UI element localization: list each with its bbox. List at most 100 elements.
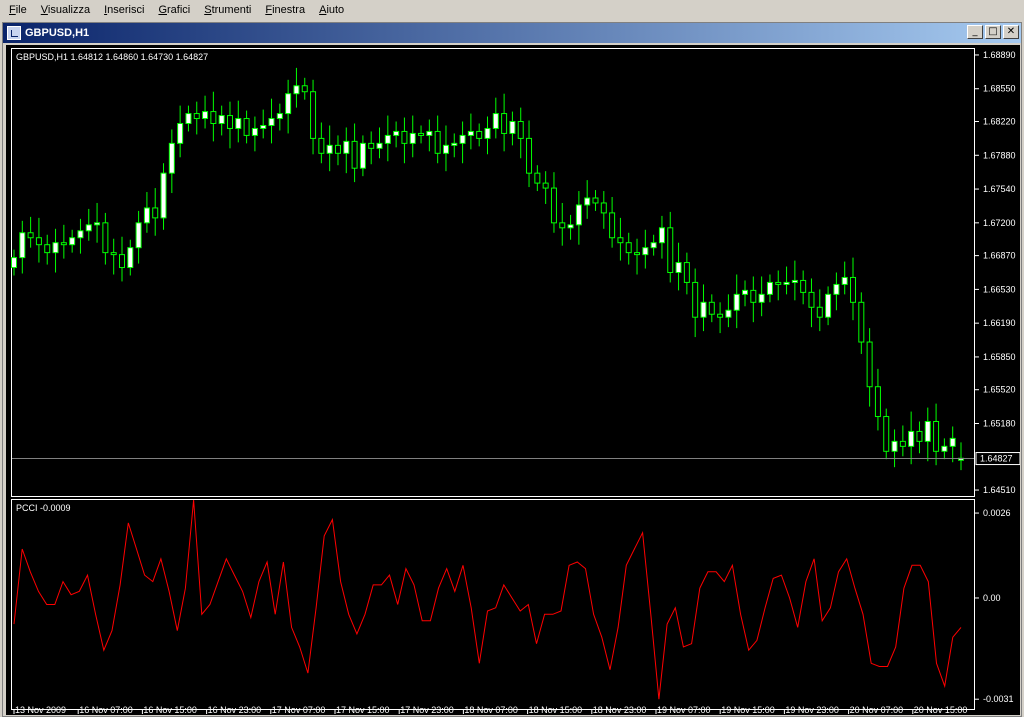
candle-body	[168, 142, 175, 174]
close-button[interactable]: ✕	[1003, 25, 1019, 39]
candle-body	[85, 224, 92, 232]
menu-label-rest: rafici	[167, 4, 191, 16]
indicator-axis-label: 0.0026	[983, 508, 1011, 518]
candle-body	[600, 202, 607, 214]
candle-body	[318, 137, 325, 154]
candle-body	[476, 130, 483, 139]
price-axis-label: 1.65180	[983, 418, 1016, 428]
candle-body	[542, 182, 549, 189]
candle-body	[235, 118, 242, 129]
menu-accelerator: S	[204, 4, 212, 16]
window-titlebar[interactable]: GBPUSD,H1 _ □ ✕	[3, 23, 1021, 43]
candle-body	[243, 118, 250, 136]
candle-body	[401, 130, 408, 144]
candle-body	[351, 140, 358, 169]
price-axis-label: 1.66870	[983, 251, 1016, 261]
price-axis-label: 1.67200	[983, 218, 1016, 228]
time-axis-label: 16 Nov 15:00	[143, 705, 197, 715]
menu-visualizza[interactable]: Visualizza	[34, 0, 97, 20]
candle-body	[750, 289, 757, 303]
candle-body	[949, 437, 956, 447]
candle-body	[575, 204, 582, 226]
price-axis-label: 1.68890	[983, 50, 1016, 60]
candle-body	[35, 237, 42, 246]
candle-body	[775, 281, 782, 285]
candle-body	[567, 224, 574, 229]
candle-body	[742, 289, 749, 295]
candle-body	[285, 93, 292, 115]
candle-body	[858, 301, 865, 343]
candle-body	[202, 111, 209, 120]
time-axis-label: 17 Nov 07:00	[272, 705, 326, 715]
candle-body	[52, 242, 59, 254]
current-price-label: 1.64827	[980, 454, 1013, 464]
candle-body	[177, 123, 184, 144]
candle-body	[675, 262, 682, 273]
candle-body	[559, 222, 566, 229]
price-axis-label: 1.66530	[983, 284, 1016, 294]
indicator-axis-label: -0.0031	[983, 694, 1014, 704]
pcci-series-line	[13, 499, 962, 700]
menu-label-rest: trumenti	[211, 4, 252, 16]
candle-body	[924, 421, 931, 442]
candle-body	[891, 440, 898, 452]
price-axis-label: 1.67540	[983, 184, 1016, 194]
candle-body	[841, 276, 848, 285]
menu-aiuto[interactable]: Aiuto	[312, 0, 351, 20]
candle-body	[816, 306, 823, 318]
time-axis-label: 16 Nov 23:00	[208, 705, 262, 715]
candle-body	[642, 247, 649, 256]
menu-file[interactable]: File	[2, 0, 34, 20]
candle-body	[77, 230, 84, 239]
candle-body	[492, 113, 499, 129]
candle-body	[825, 293, 832, 318]
minimize-button[interactable]: _	[967, 25, 983, 39]
candle-body	[310, 91, 317, 139]
chart-window: GBPUSD,H1 _ □ ✕ 1.68890 1.68550 1.68220 1.6…	[2, 22, 1022, 717]
candle-body	[650, 242, 657, 249]
candle-body	[683, 262, 690, 283]
menu-finestra[interactable]: Finestra	[258, 0, 312, 20]
candle-body	[326, 144, 333, 154]
candle-body	[210, 111, 217, 125]
candle-body	[44, 244, 51, 254]
time-axis-label: 19 Nov 23:00	[785, 705, 839, 715]
price-axis-label: 1.66190	[983, 318, 1016, 328]
candle-body	[19, 232, 26, 259]
candle-body	[833, 283, 840, 295]
price-axis-label: 1.68550	[983, 84, 1016, 94]
candle-body	[268, 118, 275, 126]
price-axis-label: 1.65520	[983, 385, 1016, 395]
chart-area[interactable]: 1.68890 1.68550 1.68220 1.67880 1.67540 1.672…	[6, 45, 1020, 715]
candle-body	[459, 134, 466, 144]
maximize-button[interactable]: □	[985, 25, 1001, 39]
candle-body	[135, 222, 142, 249]
candle-body	[418, 132, 425, 136]
indicator-panel-frame	[11, 499, 975, 710]
menu-grafici[interactable]: Grafici	[151, 0, 197, 20]
candle-body	[343, 140, 350, 154]
candle-body	[127, 247, 134, 269]
candle-body	[102, 222, 109, 254]
candle-body	[251, 127, 258, 136]
menu-strumenti[interactable]: Strumenti	[197, 0, 258, 20]
candle-body	[409, 132, 416, 144]
candle-body	[434, 130, 441, 154]
price-axis-label: 1.68220	[983, 117, 1016, 127]
candle-body	[27, 232, 34, 239]
menu-label-rest: isualizza	[47, 4, 91, 16]
candle-body	[152, 207, 159, 219]
price-panel-label: GBPUSD,H1 1.64812 1.64860 1.64730 1.6482…	[16, 52, 208, 62]
menu-inserisci[interactable]: Inserisci	[97, 0, 151, 20]
candle-body	[634, 252, 641, 256]
candle-body	[451, 142, 458, 146]
window-title: GBPUSD,H1	[25, 27, 90, 39]
chart-svg[interactable]: 1.68890 1.68550 1.68220 1.67880 1.67540 1.672…	[6, 45, 1020, 715]
candle-body	[908, 430, 915, 447]
time-axis-label: 16 Nov 07:00	[79, 705, 133, 715]
price-axis-label: 1.64510	[983, 485, 1016, 495]
candle-body	[791, 279, 798, 283]
time-axis-label: 18 Nov 23:00	[593, 705, 647, 715]
candle-body	[94, 222, 101, 226]
candle-body	[700, 301, 707, 318]
